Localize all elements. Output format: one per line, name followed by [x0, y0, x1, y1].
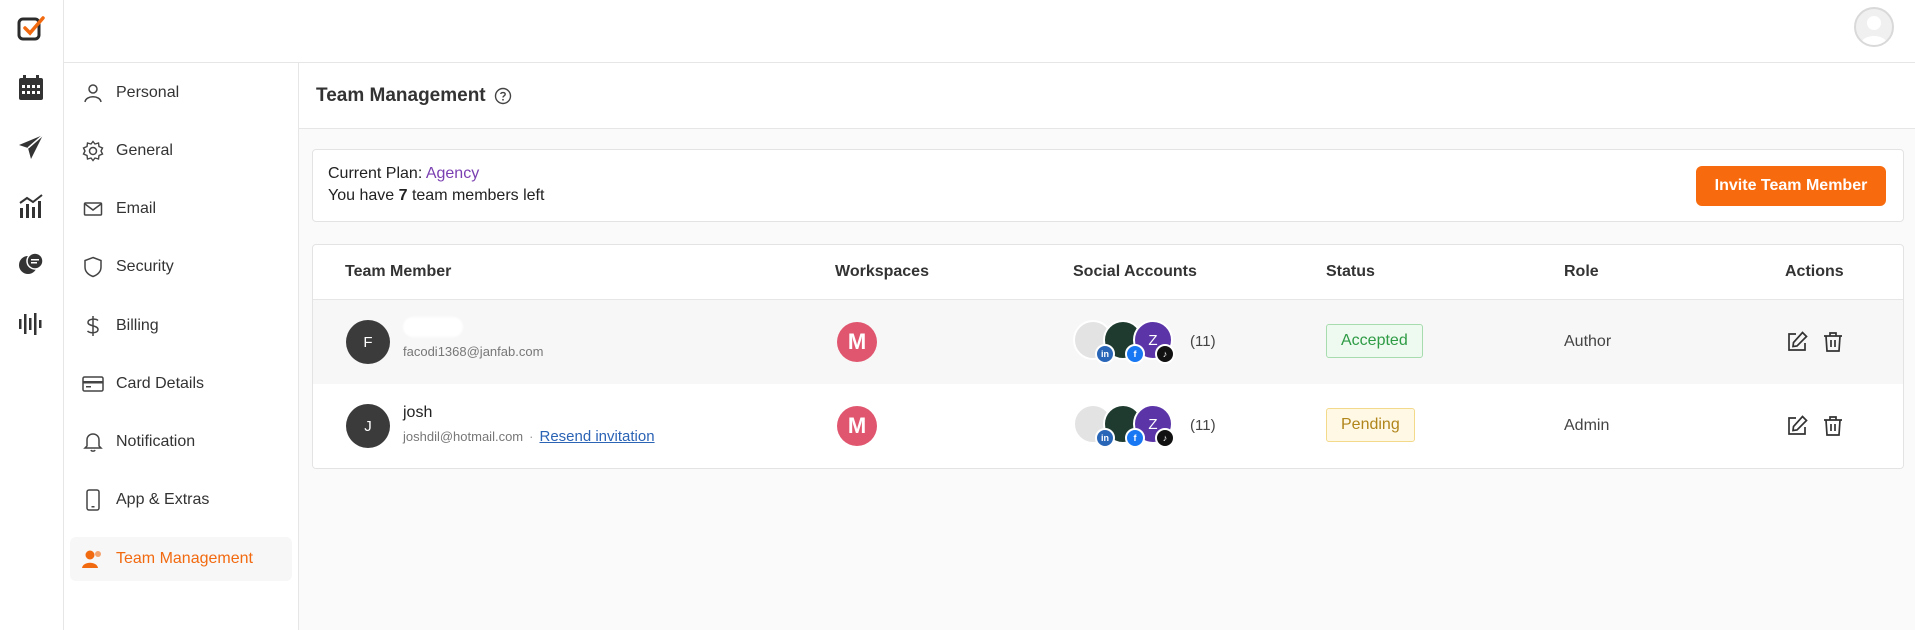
sidebar-item-label: Billing — [116, 317, 159, 334]
shield-icon — [82, 256, 104, 278]
bell-icon — [82, 431, 104, 453]
sidebar-item-label: Card Details — [116, 375, 205, 392]
member-email: facodi1368@janfab.com — [403, 344, 544, 359]
workspace-badge[interactable]: M — [837, 406, 877, 446]
phone-icon — [82, 489, 104, 511]
members-left-prefix: You have — [328, 187, 399, 204]
sidebar-item-notification[interactable]: Notification — [70, 420, 292, 464]
table-header: Team Member Workspaces Social Accounts S… — [313, 245, 1903, 300]
card-icon — [82, 373, 104, 395]
sidebar-item-team-management[interactable]: Team Management — [70, 537, 292, 581]
gear-icon — [82, 140, 104, 162]
member-role: Author — [1564, 333, 1612, 350]
table-row: J josh joshdil@hotmail.com · Resend invita… — [313, 384, 1903, 468]
social-accounts-stack[interactable]: Z in f ♪ — [1073, 404, 1183, 448]
members-left-count: 7 — [398, 187, 408, 204]
member-role: Admin — [1564, 417, 1610, 434]
trash-icon[interactable] — [1821, 414, 1845, 438]
sidebar-item-card-details[interactable]: Card Details — [70, 362, 292, 406]
plan-label: Current Plan: — [328, 165, 426, 182]
column-header-status: Status — [1326, 263, 1375, 280]
sidebar-item-label: Security — [116, 258, 174, 275]
column-header-actions: Actions — [1785, 263, 1844, 280]
edit-icon[interactable] — [1785, 414, 1809, 438]
column-header-social: Social Accounts — [1073, 263, 1197, 280]
user-avatar[interactable] — [1854, 7, 1894, 47]
member-name-redacted — [403, 317, 463, 337]
member-name: josh — [403, 404, 433, 421]
sidebar-item-app-extras[interactable]: App & Extras — [70, 478, 292, 522]
current-plan: Current Plan: Agency — [328, 165, 479, 183]
sidebar-item-label: Team Management — [116, 550, 253, 567]
analytics-icon[interactable] — [14, 189, 48, 223]
member-email-line: joshdil@hotmail.com · Resend invitation — [403, 428, 655, 445]
separator-dot: · — [529, 429, 534, 444]
mail-icon — [82, 198, 104, 220]
resend-invitation-link[interactable]: Resend invitation — [539, 428, 654, 445]
edit-icon[interactable] — [1785, 330, 1809, 354]
members-left-suffix: team members left — [407, 187, 545, 204]
trash-icon[interactable] — [1821, 330, 1845, 354]
logo-check-icon[interactable] — [14, 12, 48, 46]
sidebar-item-label: Notification — [116, 433, 196, 450]
social-accounts-stack[interactable]: Z in f ♪ — [1073, 320, 1183, 364]
plan-name: Agency — [425, 165, 480, 182]
workspace-badge[interactable]: M — [837, 322, 877, 362]
sidebar-item-general[interactable]: General — [70, 129, 292, 173]
help-icon[interactable] — [494, 87, 512, 105]
sidebar-item-security[interactable]: Security — [70, 245, 292, 289]
page-title: Team Management — [316, 84, 486, 106]
linkedin-icon: in — [1095, 344, 1115, 364]
dollar-icon — [82, 315, 104, 337]
calendar-icon[interactable] — [14, 71, 48, 105]
members-left: You have 7 team members left — [328, 187, 544, 205]
social-count: (11) — [1190, 333, 1216, 350]
sidebar-item-billing[interactable]: Billing — [70, 304, 292, 348]
member-avatar: J — [346, 404, 390, 448]
column-header-role: Role — [1564, 263, 1599, 280]
settings-sidebar: Personal General Email Security Billing … — [64, 63, 299, 630]
user-icon — [82, 82, 104, 104]
status-badge: Pending — [1326, 408, 1415, 442]
status-badge: Accepted — [1326, 324, 1423, 358]
column-header-workspaces: Workspaces — [835, 263, 929, 280]
member-avatar: F — [346, 320, 390, 364]
top-bar — [64, 0, 1915, 63]
send-icon[interactable] — [14, 130, 48, 164]
sidebar-item-label: Personal — [116, 84, 180, 101]
tiktok-icon: ♪ — [1155, 428, 1175, 448]
plan-card: Current Plan: Agency You have 7 team mem… — [312, 149, 1904, 222]
page-header: Team Management — [299, 63, 1915, 129]
sidebar-item-label: General — [116, 142, 173, 159]
team-icon — [82, 548, 104, 570]
linkedin-icon: in — [1095, 428, 1115, 448]
sidebar-item-label: Email — [116, 200, 157, 217]
column-header-member: Team Member — [345, 263, 452, 280]
icon-rail — [0, 0, 64, 630]
invite-team-member-button[interactable]: Invite Team Member — [1696, 166, 1886, 206]
table-row: F facodi1368@janfab.com M Z in f ♪ (11) … — [313, 300, 1903, 384]
member-email: joshdil@hotmail.com — [403, 429, 524, 444]
tiktok-icon: ♪ — [1155, 344, 1175, 364]
sidebar-item-email[interactable]: Email — [70, 187, 292, 231]
sidebar-item-personal[interactable]: Personal — [70, 71, 292, 115]
sidebar-item-label: App & Extras — [116, 491, 210, 508]
team-table: Team Member Workspaces Social Accounts S… — [312, 244, 1904, 469]
chat-icon[interactable] — [14, 248, 48, 282]
audio-wave-icon[interactable] — [14, 307, 48, 341]
main-content: Team Management Current Plan: Agency You… — [299, 63, 1915, 630]
social-count: (11) — [1190, 417, 1216, 434]
facebook-icon: f — [1125, 344, 1145, 364]
facebook-icon: f — [1125, 428, 1145, 448]
